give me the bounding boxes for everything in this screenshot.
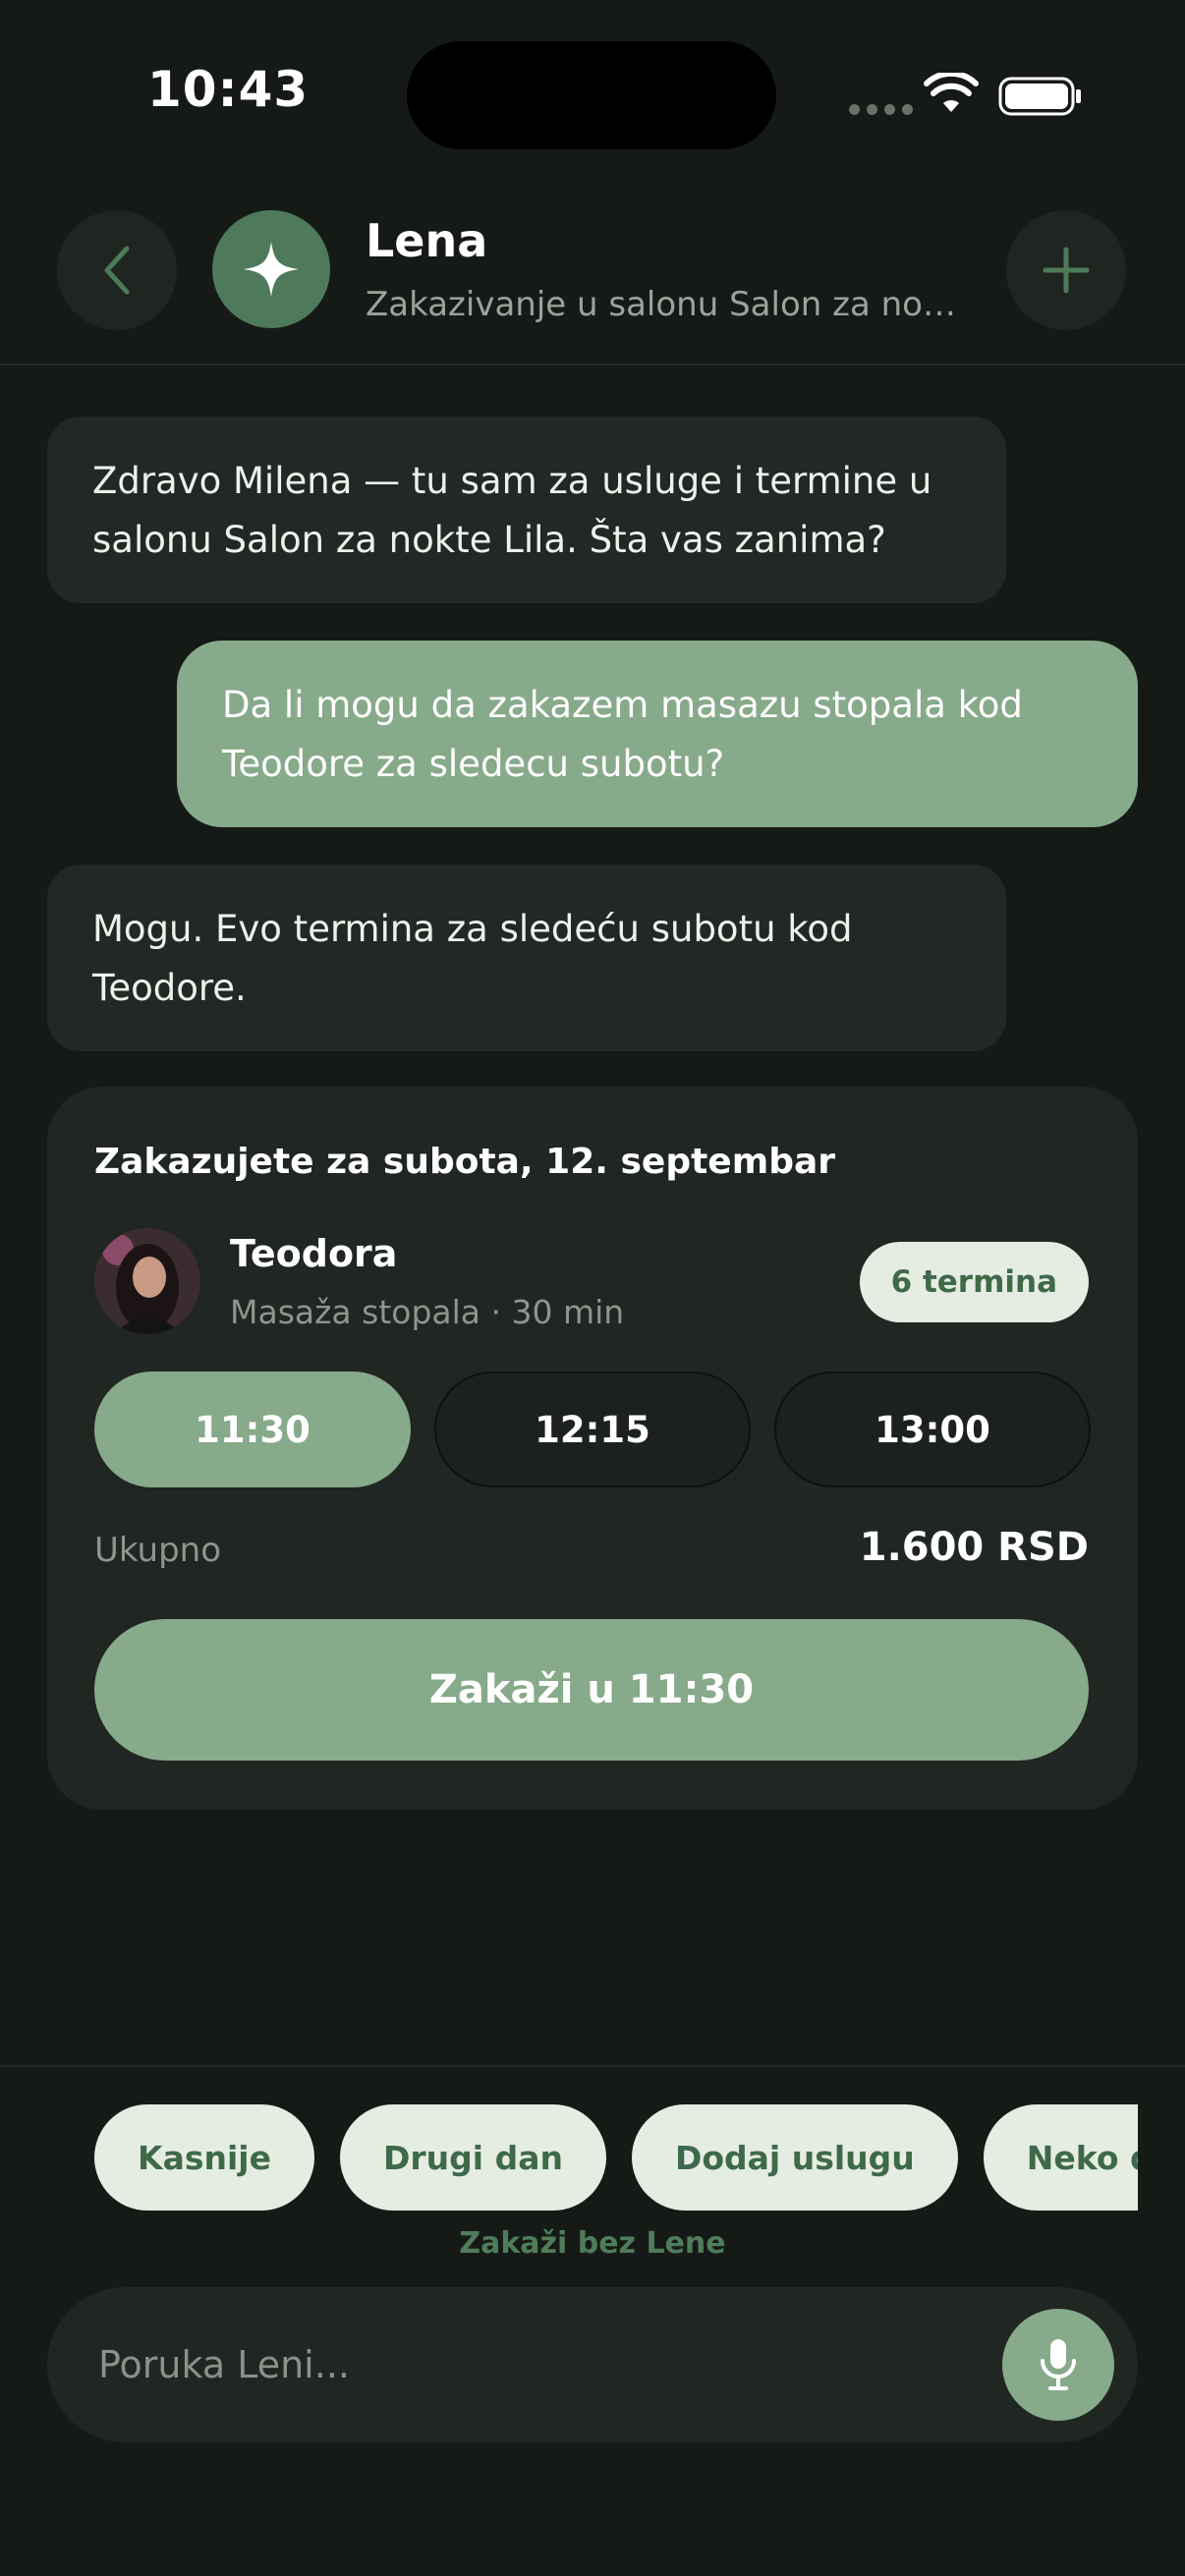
- back-button[interactable]: [57, 210, 177, 330]
- quick-replies: Kasnije Drugi dan Dodaj uslugu Neko drug…: [94, 2104, 1138, 2212]
- microphone-button[interactable]: [1002, 2309, 1114, 2421]
- plus-icon: [1043, 247, 1090, 294]
- quick-reply-chip[interactable]: Kasnije: [94, 2104, 314, 2211]
- header-subtitle: Zakazivanje u salonu Salon za nokt...: [366, 285, 975, 324]
- assistant-message: Zdravo Milena — tu sam za usluge i termi…: [47, 417, 1006, 603]
- cellular-signal-icon: [849, 104, 913, 115]
- status-time: 10:43: [147, 61, 310, 118]
- service-details: Masaža stopala · 30 min: [230, 1293, 625, 1331]
- assistant-message: Mogu. Evo termina za sledeću subotu kod …: [47, 865, 1006, 1051]
- book-without-lena-link[interactable]: Zakaži bez Lene: [0, 2226, 1185, 2261]
- staff-avatar: [94, 1228, 200, 1334]
- wifi-icon: [924, 73, 979, 112]
- book-button[interactable]: Zakaži u 11:30: [94, 1619, 1089, 1761]
- battery-icon: [998, 77, 1081, 116]
- total-price: 1.600 RSD: [859, 1525, 1089, 1570]
- sparkle-icon: [244, 242, 299, 297]
- assistant-name: Lena: [366, 214, 488, 267]
- time-slot-selected[interactable]: 11:30: [94, 1372, 411, 1487]
- chat-header: Lena Zakazivanje u salonu Salon za nokt.…: [0, 196, 1185, 365]
- time-slot[interactable]: 13:00: [774, 1372, 1091, 1487]
- booking-card: Zakazujete za subota, 12. septembar Teod…: [47, 1087, 1138, 1810]
- message-input[interactable]: [98, 2287, 983, 2442]
- divider: [0, 2065, 1185, 2067]
- user-message: Da li mogu da zakazem masazu stopala kod…: [177, 641, 1138, 827]
- message-composer: [47, 2287, 1138, 2442]
- chat-screen: 10:43 Lena Zakazivanje u salonu Salon za…: [0, 0, 1185, 2576]
- total-label: Ukupno: [94, 1531, 222, 1570]
- slots-count-badge[interactable]: 6 termina: [859, 1242, 1089, 1322]
- dynamic-island: [407, 41, 776, 149]
- booking-date-title: Zakazujete za subota, 12. septembar: [94, 1142, 836, 1182]
- quick-reply-chip[interactable]: Neko drugi: [983, 2104, 1138, 2211]
- microphone-icon: [1041, 2339, 1076, 2390]
- staff-name: Teodora: [230, 1232, 398, 1275]
- staff-photo: [94, 1228, 200, 1334]
- add-button[interactable]: [1006, 210, 1126, 330]
- chevron-left-icon: [104, 246, 130, 295]
- assistant-avatar: [212, 210, 330, 328]
- quick-reply-chip[interactable]: Drugi dan: [339, 2104, 606, 2211]
- quick-reply-chip[interactable]: Dodaj uslugu: [631, 2104, 958, 2211]
- time-slot[interactable]: 12:15: [434, 1372, 751, 1487]
